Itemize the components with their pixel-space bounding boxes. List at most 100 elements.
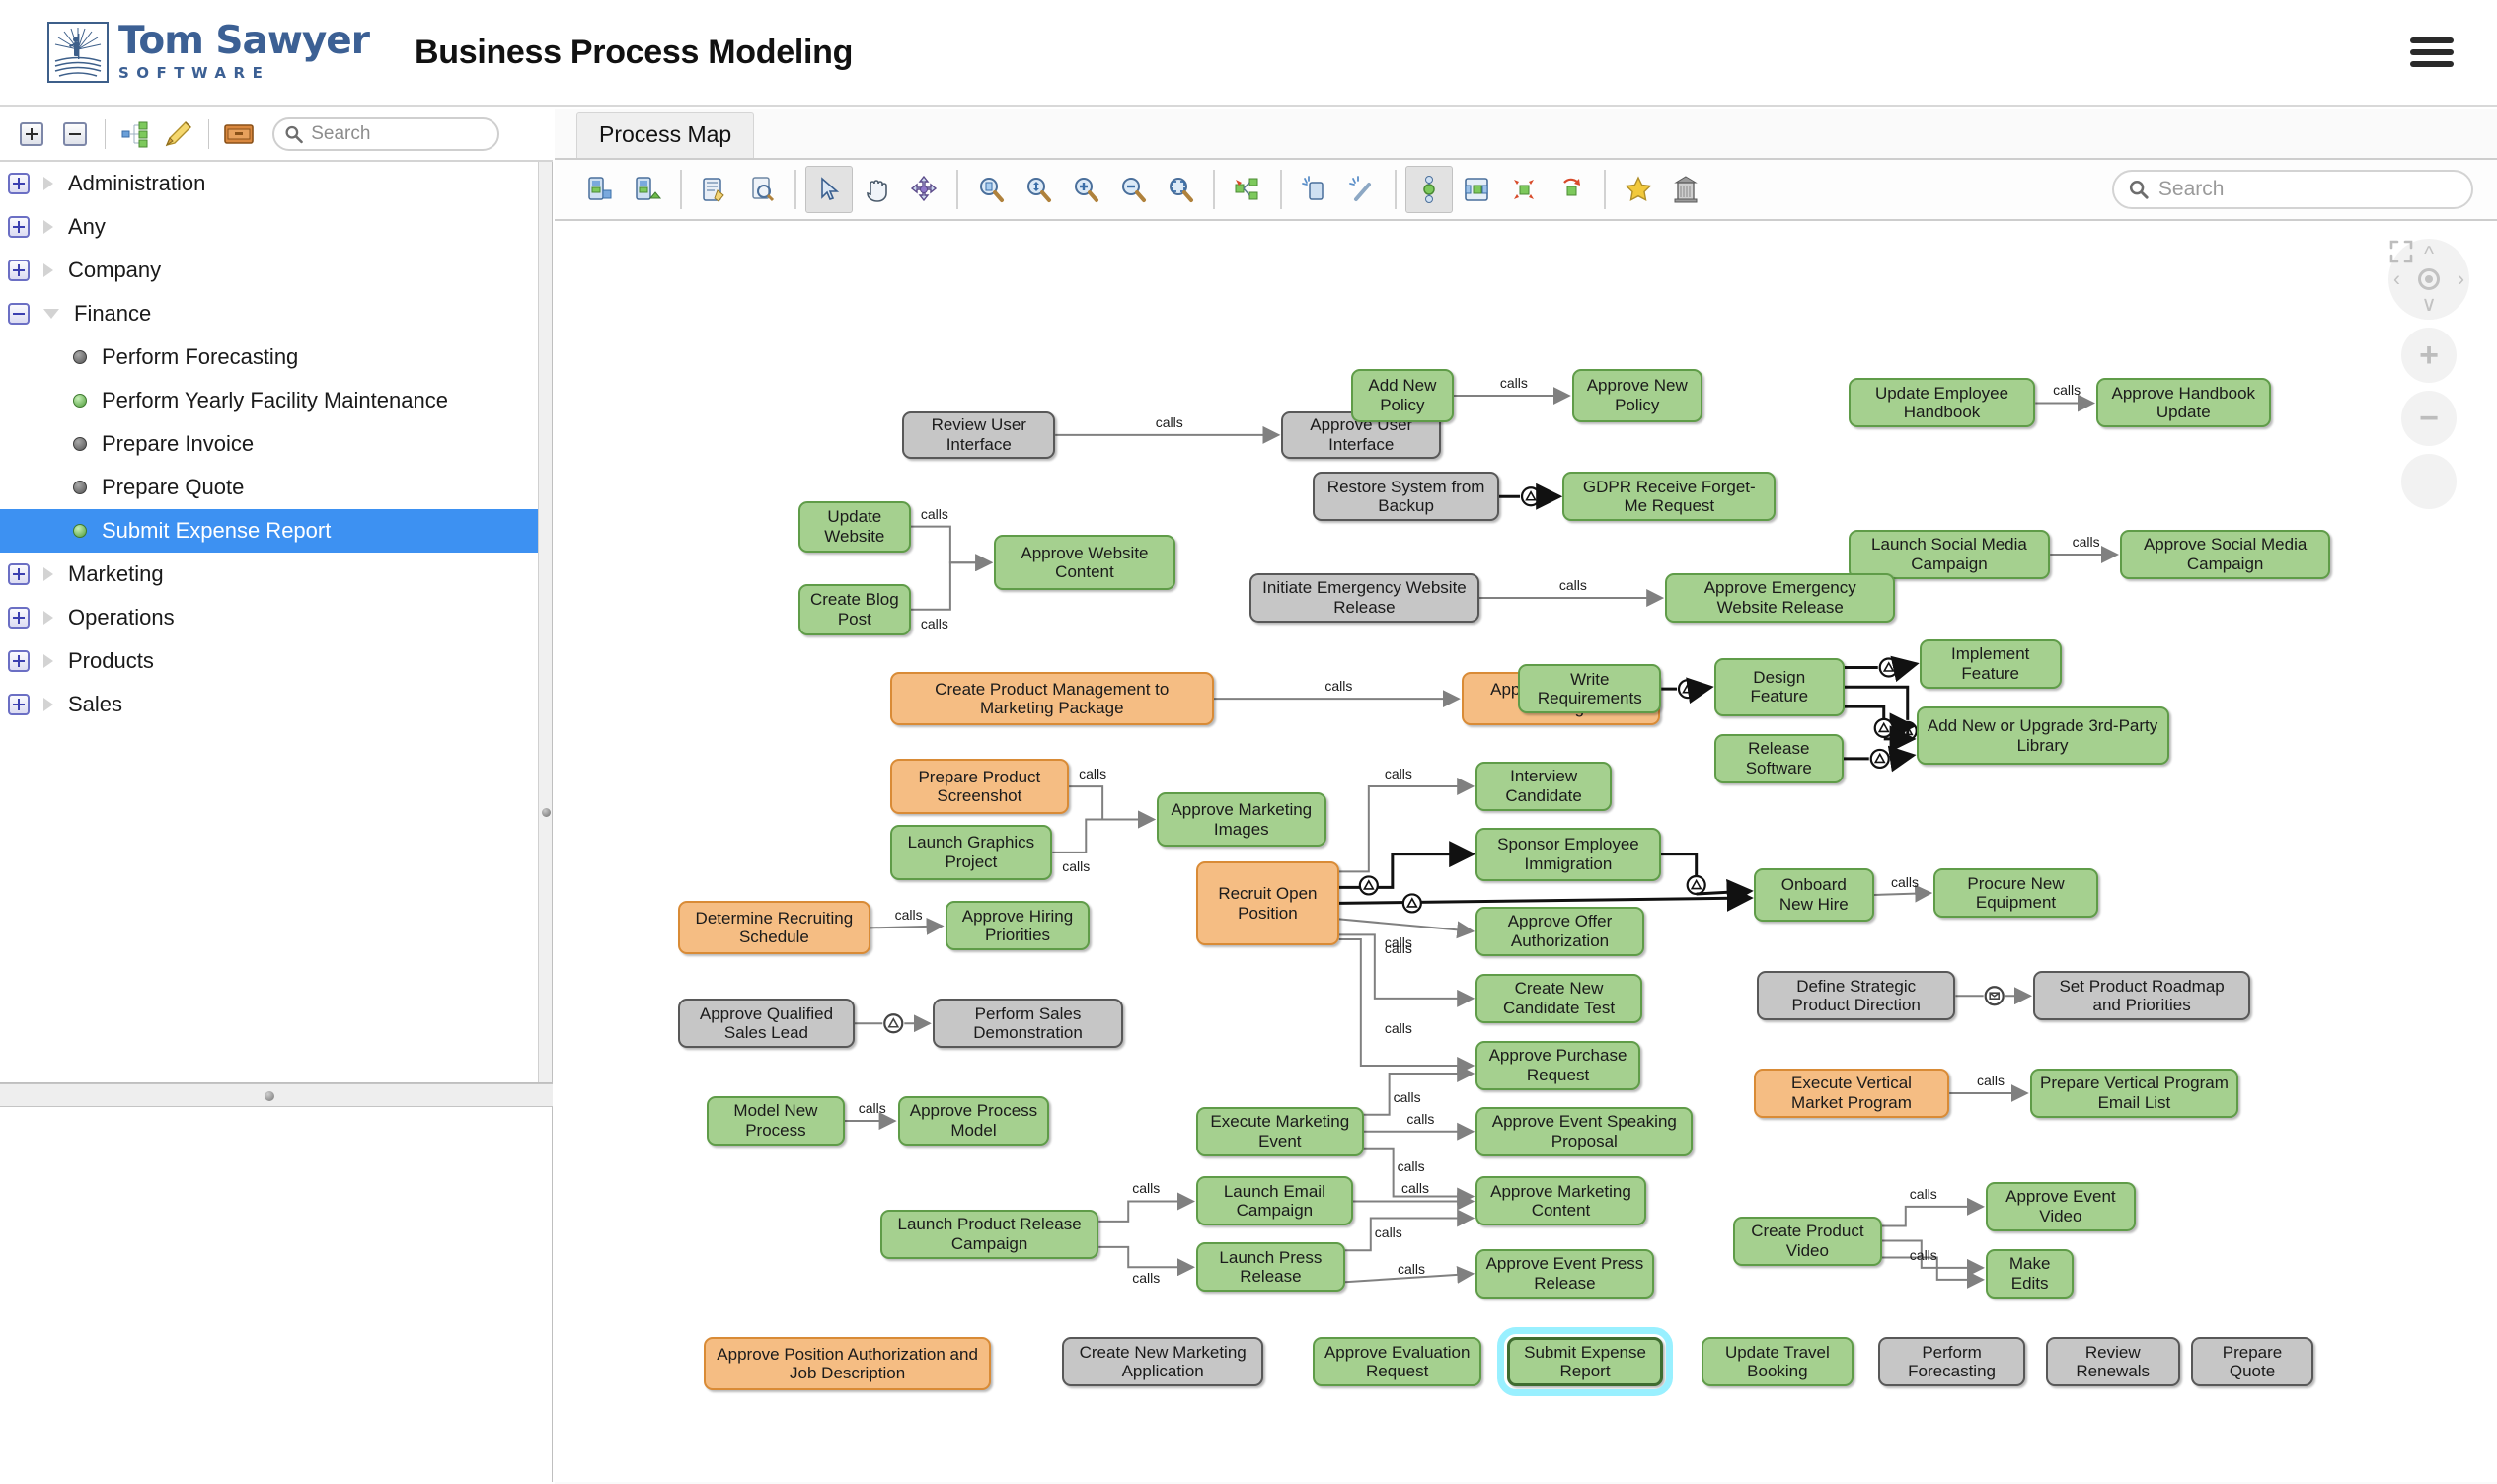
zoom-in-button[interactable]: +: [2401, 328, 2457, 383]
process-node[interactable]: Prepare Product Screenshot: [889, 759, 1070, 815]
pan-left-icon[interactable]: ‹: [2393, 269, 2400, 290]
magic-wand-icon[interactable]: [1338, 166, 1386, 213]
process-node[interactable]: Initiate Emergency Website Release: [1249, 573, 1479, 624]
navigation-cluster[interactable]: ^ ∨ ‹ › + −: [2388, 239, 2469, 509]
canvas-search-box[interactable]: [2112, 170, 2473, 209]
zoom-in-icon[interactable]: [1062, 166, 1109, 213]
building-icon[interactable]: [1662, 166, 1709, 213]
process-node[interactable]: Approve Evaluation Request: [1313, 1337, 1481, 1387]
expand-node-icon[interactable]: [8, 650, 30, 672]
process-node[interactable]: Create New Candidate Test: [1476, 973, 1642, 1023]
save-drawing-icon[interactable]: [624, 166, 671, 213]
process-node[interactable]: Recruit Open Position: [1196, 861, 1339, 945]
expand-node-icon[interactable]: [8, 173, 30, 194]
tab-process-map[interactable]: Process Map: [576, 112, 755, 158]
sidebar-item-marketing[interactable]: Marketing: [0, 553, 552, 596]
process-node[interactable]: Onboard New Hire: [1753, 868, 1874, 922]
layout-icon[interactable]: [1224, 166, 1271, 213]
process-node[interactable]: Add New Policy: [1350, 369, 1454, 422]
collapse-node-icon[interactable]: [8, 303, 30, 325]
process-node[interactable]: Approve Process Model: [897, 1096, 1050, 1147]
sidebar-item-perform-forecasting[interactable]: Perform Forecasting: [0, 335, 552, 379]
process-node[interactable]: Execute Marketing Event: [1196, 1106, 1364, 1156]
tree-search-box[interactable]: [272, 117, 499, 151]
splitter-grip-icon[interactable]: [265, 1091, 274, 1101]
process-node[interactable]: Approve Marketing Content: [1476, 1176, 1646, 1226]
sidebar-item-sales[interactable]: Sales: [0, 683, 552, 726]
process-node[interactable]: Approve Marketing Images: [1157, 791, 1326, 848]
process-node[interactable]: Create Product Management to Marketing P…: [889, 672, 1214, 725]
process-node[interactable]: Model New Process: [707, 1096, 845, 1147]
sidebar-item-prepare-quote[interactable]: Prepare Quote: [0, 466, 552, 509]
tree-scroll-thumb[interactable]: [542, 808, 551, 817]
pan-right-icon[interactable]: ›: [2458, 269, 2464, 290]
process-node[interactable]: Approve Offer Authorization: [1476, 906, 1644, 956]
process-node[interactable]: Approve Purchase Request: [1476, 1040, 1640, 1090]
sidebar-item-administration[interactable]: Administration: [0, 162, 552, 205]
process-node[interactable]: Sponsor Employee Immigration: [1476, 827, 1661, 881]
process-node[interactable]: Approve Handbook Update: [2096, 378, 2271, 428]
process-node[interactable]: Approve Event Video: [1986, 1181, 2136, 1231]
process-node[interactable]: Approve Qualified Sales Lead: [678, 999, 855, 1049]
expand-node-icon[interactable]: [8, 260, 30, 281]
process-node[interactable]: Prepare Quote: [2191, 1337, 2313, 1387]
tree-vertical-scrollbar[interactable]: [538, 162, 552, 1082]
process-node[interactable]: Prepare Vertical Program Email List: [2029, 1069, 2239, 1118]
process-node[interactable]: Approve Website Content: [994, 535, 1175, 591]
process-node[interactable]: Approve Hiring Priorities: [945, 901, 1091, 951]
process-node[interactable]: Perform Forecasting: [1878, 1337, 2025, 1387]
process-node[interactable]: Release Software: [1713, 733, 1844, 783]
process-node[interactable]: Approve Event Speaking Proposal: [1476, 1106, 1694, 1156]
process-node[interactable]: Procure New Equipment: [1933, 868, 2098, 919]
zoom-box-icon[interactable]: [967, 166, 1015, 213]
process-node[interactable]: Design Feature: [1713, 657, 1845, 717]
canvas-search-input[interactable]: [2156, 177, 2458, 202]
collapse-nodes-icon[interactable]: [1548, 166, 1595, 213]
zoom-out-button[interactable]: −: [2401, 391, 2457, 446]
process-node[interactable]: Interview Candidate: [1476, 761, 1613, 811]
process-node[interactable]: Make Edits: [1986, 1248, 2075, 1298]
sidebar-item-operations[interactable]: Operations: [0, 596, 552, 639]
sidebar-item-company[interactable]: Company: [0, 249, 552, 292]
process-node[interactable]: Launch Press Release: [1196, 1242, 1345, 1293]
process-node[interactable]: Perform Sales Demonstration: [932, 999, 1124, 1049]
process-node[interactable]: Create Blog Post: [797, 583, 911, 635]
process-node[interactable]: Launch Social Media Campaign: [1848, 530, 2051, 579]
process-node[interactable]: Approve New Policy: [1571, 369, 1702, 422]
expand-node-icon[interactable]: [8, 216, 30, 238]
process-node[interactable]: Implement Feature: [1919, 638, 2062, 689]
process-node[interactable]: Update Employee Handbook: [1848, 378, 2036, 428]
select-tool-icon[interactable]: [805, 166, 853, 213]
move-tool-icon[interactable]: [900, 166, 947, 213]
process-node[interactable]: Restore System from Backup: [1313, 472, 1499, 522]
pan-tool-icon[interactable]: [853, 166, 900, 213]
process-node[interactable]: Execute Vertical Market Program: [1753, 1069, 1950, 1118]
sidebar-splitter[interactable]: [0, 1083, 553, 1107]
pencil-edit-icon[interactable]: [160, 115, 197, 153]
collapse-all-icon[interactable]: [56, 115, 94, 153]
sidebar-item-submit-expense-report[interactable]: Submit Expense Report: [0, 509, 552, 553]
process-node[interactable]: Launch Graphics Project: [889, 825, 1053, 880]
process-node[interactable]: Approve Event Press Release: [1476, 1248, 1654, 1298]
zoom-out-icon[interactable]: [1109, 166, 1157, 213]
process-node[interactable]: Update Website: [797, 500, 911, 553]
process-node[interactable]: Launch Product Release Campaign: [880, 1209, 1099, 1259]
process-node[interactable]: Add New or Upgrade 3rd-Party Library: [1916, 705, 2169, 766]
tree-view-icon[interactable]: [116, 115, 154, 153]
favorite-star-icon[interactable]: [1615, 166, 1662, 213]
pan-up-icon[interactable]: ^: [2424, 244, 2434, 264]
sidebar-item-perform-yearly-facility-maintenance[interactable]: Perform Yearly Facility Maintenance: [0, 379, 552, 422]
recenter-icon[interactable]: [2418, 268, 2440, 290]
sidebar-item-prepare-invoice[interactable]: Prepare Invoice: [0, 422, 552, 466]
print-preview-icon[interactable]: [738, 166, 786, 213]
process-node[interactable]: Launch Email Campaign: [1196, 1176, 1353, 1226]
pan-down-icon[interactable]: ∨: [2421, 294, 2436, 315]
zoom-to-fit-height-icon[interactable]: [1015, 166, 1062, 213]
process-node[interactable]: Update Travel Booking: [1702, 1337, 1854, 1387]
expand-node-icon[interactable]: [8, 563, 30, 585]
process-node[interactable]: Create Product Video: [1733, 1216, 1882, 1266]
sidebar-item-any[interactable]: Any: [0, 205, 552, 249]
fit-to-window-button[interactable]: [2389, 240, 2457, 509]
nested-view-icon[interactable]: [1453, 166, 1500, 213]
tree-search-input[interactable]: [309, 122, 488, 146]
